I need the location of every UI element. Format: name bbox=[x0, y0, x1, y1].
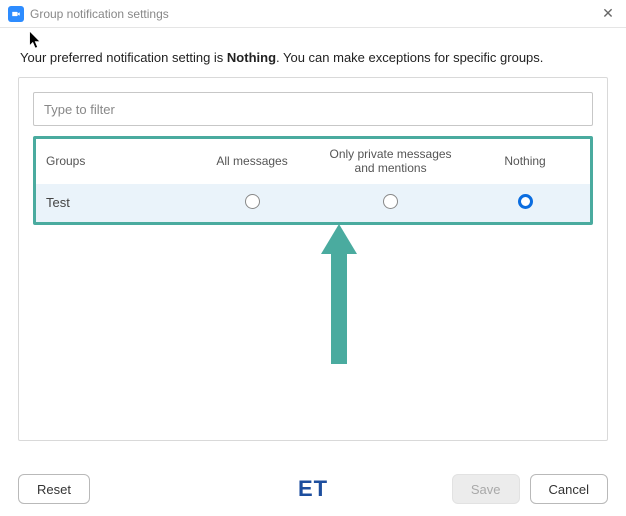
reset-button[interactable]: Reset bbox=[18, 474, 90, 504]
close-button[interactable]: ✕ bbox=[598, 5, 618, 22]
subtitle-prefix: Your preferred notification setting is bbox=[20, 50, 227, 65]
save-button[interactable]: Save bbox=[452, 474, 520, 504]
titlebar: Group notification settings ✕ bbox=[0, 0, 626, 28]
cancel-button[interactable]: Cancel bbox=[530, 474, 608, 504]
table-row: Test bbox=[36, 184, 590, 222]
window-title: Group notification settings bbox=[30, 7, 598, 21]
radio-private-mentions[interactable] bbox=[383, 194, 398, 209]
groups-table: Groups All messages Only private message… bbox=[36, 139, 590, 222]
col-groups: Groups bbox=[36, 139, 191, 184]
annotation-arrow-icon bbox=[321, 224, 357, 364]
col-all-messages: All messages bbox=[191, 139, 313, 184]
group-name: Test bbox=[36, 184, 191, 222]
radio-all-messages[interactable] bbox=[245, 194, 260, 209]
subtitle-bold: Nothing bbox=[227, 50, 276, 65]
subtitle-text: Your preferred notification setting is N… bbox=[0, 28, 626, 77]
zoom-app-icon bbox=[8, 6, 24, 22]
dialog-footer: Reset Save Cancel bbox=[0, 474, 626, 504]
subtitle-suffix: . You can make exceptions for specific g… bbox=[276, 50, 543, 65]
col-private-mentions: Only private messages and mentions bbox=[313, 139, 468, 184]
col-nothing: Nothing bbox=[468, 139, 590, 184]
filter-input[interactable] bbox=[33, 92, 593, 126]
settings-panel: Groups All messages Only private message… bbox=[18, 77, 608, 441]
groups-table-highlight: Groups All messages Only private message… bbox=[33, 136, 593, 225]
radio-nothing[interactable] bbox=[518, 194, 533, 209]
